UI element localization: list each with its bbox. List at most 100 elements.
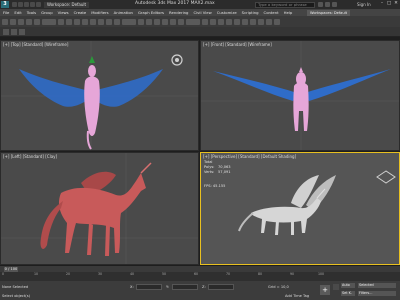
render-setup-icon[interactable] [258, 18, 264, 25]
title-bar: 3 Workspace: Default Autodesk 3ds Max 20… [0, 0, 400, 9]
placement-icon[interactable] [114, 18, 120, 25]
menu-civil-view[interactable]: Civil View [193, 10, 211, 15]
close-button[interactable]: ✕ [393, 1, 399, 7]
frame-counter[interactable]: 0 / 100 [4, 266, 18, 272]
viewport-label[interactable]: [+] [Top] [Standard] [Wireframe] [3, 42, 68, 47]
move-icon[interactable] [90, 18, 96, 25]
viewport-top[interactable]: [+] [Top] [Standard] [Wireframe] [0, 40, 199, 151]
save-file-icon[interactable] [24, 2, 29, 7]
z-coord-label: Z: [202, 285, 206, 289]
unlink-icon[interactable] [26, 18, 32, 25]
select-object-icon[interactable] [58, 18, 64, 25]
redo-icon[interactable] [10, 18, 16, 25]
named-selection-dropdown[interactable] [186, 18, 200, 25]
menu-help[interactable]: Help [284, 10, 293, 15]
curve-editor-icon[interactable] [234, 18, 240, 25]
selected-dropdown[interactable]: Selected [358, 283, 396, 288]
main-toolbar [0, 16, 400, 27]
link-icon[interactable] [18, 18, 24, 25]
maximize-button[interactable]: □ [386, 1, 392, 7]
menu-create[interactable]: Create [74, 10, 87, 15]
ribbon [0, 27, 400, 37]
app-logo-icon[interactable]: 3 [1, 1, 9, 8]
stats-verts-label: Verts: [204, 170, 215, 174]
minimize-button[interactable]: – [379, 1, 385, 7]
selection-status: None Selected [2, 285, 29, 289]
viewcube-icon[interactable] [376, 170, 396, 184]
pivot-icon[interactable] [138, 18, 144, 25]
y-coord-field[interactable] [172, 284, 198, 290]
keyboard-shortcut-icon[interactable] [146, 18, 152, 25]
angle-snap-icon[interactable] [162, 18, 168, 25]
search-input[interactable]: Type a keyword or phrase [255, 1, 315, 8]
auto-key-button[interactable]: Auto [341, 283, 355, 288]
select-by-name-icon[interactable] [66, 18, 72, 25]
key-filters-button[interactable]: Filters... [358, 291, 396, 296]
ribbon-modeling-icon[interactable] [3, 29, 9, 35]
viewport-perspective[interactable]: [+] [Perspective] [Standard] [Default Sh… [200, 152, 400, 265]
rectangle-selection-icon[interactable] [74, 18, 80, 25]
scale-icon[interactable] [106, 18, 112, 25]
viewport-front[interactable]: [+] [Front] [Standard] [Wireframe] [200, 40, 400, 151]
menu-group[interactable]: Group [41, 10, 53, 15]
binoculars-icon[interactable] [318, 2, 323, 7]
go-to-start-icon[interactable] [333, 284, 339, 290]
workspace-dropdown[interactable]: Workspace: Default [44, 1, 90, 8]
mirror-icon[interactable] [202, 18, 208, 25]
x-coord-field[interactable] [136, 284, 162, 290]
menu-animation[interactable]: Animation [114, 10, 133, 15]
z-coord-field[interactable] [208, 284, 234, 290]
window-controls: – □ ✕ [379, 1, 399, 7]
ribbon-selection-icon[interactable] [19, 29, 25, 35]
percent-snap-icon[interactable] [170, 18, 176, 25]
timeline-tick: 60 [194, 272, 199, 276]
window-title: Autodesk 3ds Max 2017 MAX2.max [135, 1, 215, 6]
undo-icon[interactable] [2, 18, 8, 25]
undo-icon[interactable] [30, 2, 35, 7]
viewport-label[interactable]: [+] [Left] [Standard] [Clay] [3, 154, 57, 159]
timeline-tick: 100 [318, 272, 325, 276]
rendered-frame-icon[interactable] [266, 18, 272, 25]
viewport-label[interactable]: [+] [Perspective] [Standard] [Default Sh… [203, 154, 296, 159]
user-icon[interactable] [332, 2, 337, 7]
menu-rendering[interactable]: Rendering [169, 10, 188, 15]
workspaces-dropdown[interactable]: Workspaces: Default [307, 9, 350, 16]
menu-graph-editors[interactable]: Graph Editors [138, 10, 164, 15]
add-key-button[interactable]: + [320, 285, 330, 295]
menu-modifiers[interactable]: Modifiers [91, 10, 108, 15]
menu-file[interactable]: File [3, 10, 9, 15]
ribbon-freeform-icon[interactable] [11, 29, 17, 35]
window-crossing-icon[interactable] [82, 18, 88, 25]
fps-value: 45.155 [212, 184, 226, 188]
menu-content[interactable]: Content [264, 10, 279, 15]
reference-coordinate-dropdown[interactable] [122, 18, 136, 25]
rotate-icon[interactable] [98, 18, 104, 25]
timeline-tick: 90 [290, 272, 295, 276]
menu-customize[interactable]: Customize [217, 10, 237, 15]
ribbon-toggle-icon[interactable] [226, 18, 232, 25]
add-time-tag[interactable]: Add Time Tag [285, 294, 309, 298]
snap-toggle-icon[interactable] [154, 18, 160, 25]
layer-explorer-icon[interactable] [218, 18, 224, 25]
timeline-tick: 10 [34, 272, 39, 276]
material-editor-icon[interactable] [250, 18, 256, 25]
selection-filter-dropdown[interactable] [42, 18, 56, 25]
open-file-icon[interactable] [18, 2, 23, 7]
menu-scripting[interactable]: Scripting [242, 10, 259, 15]
viewport-label[interactable]: [+] [Front] [Standard] [Wireframe] [203, 42, 272, 47]
redo-icon[interactable] [36, 2, 41, 7]
new-file-icon[interactable] [12, 2, 17, 7]
sign-in-button[interactable]: Sign In [357, 2, 371, 7]
star-icon[interactable] [325, 2, 330, 7]
menu-edit[interactable]: Edit [14, 10, 21, 15]
align-icon[interactable] [210, 18, 216, 25]
bind-space-warp-icon[interactable] [34, 18, 40, 25]
set-key-button[interactable]: Set K. [341, 291, 355, 296]
track-bar[interactable]: 0 10 20 30 40 50 60 70 80 90 100 [0, 272, 400, 281]
menu-views[interactable]: Views [58, 10, 69, 15]
viewport-left[interactable]: [+] [Left] [Standard] [Clay] [0, 152, 199, 265]
menu-tools[interactable]: Tools [27, 10, 36, 15]
render-icon[interactable] [274, 18, 280, 25]
spinner-snap-icon[interactable] [178, 18, 184, 25]
schematic-view-icon[interactable] [242, 18, 248, 25]
